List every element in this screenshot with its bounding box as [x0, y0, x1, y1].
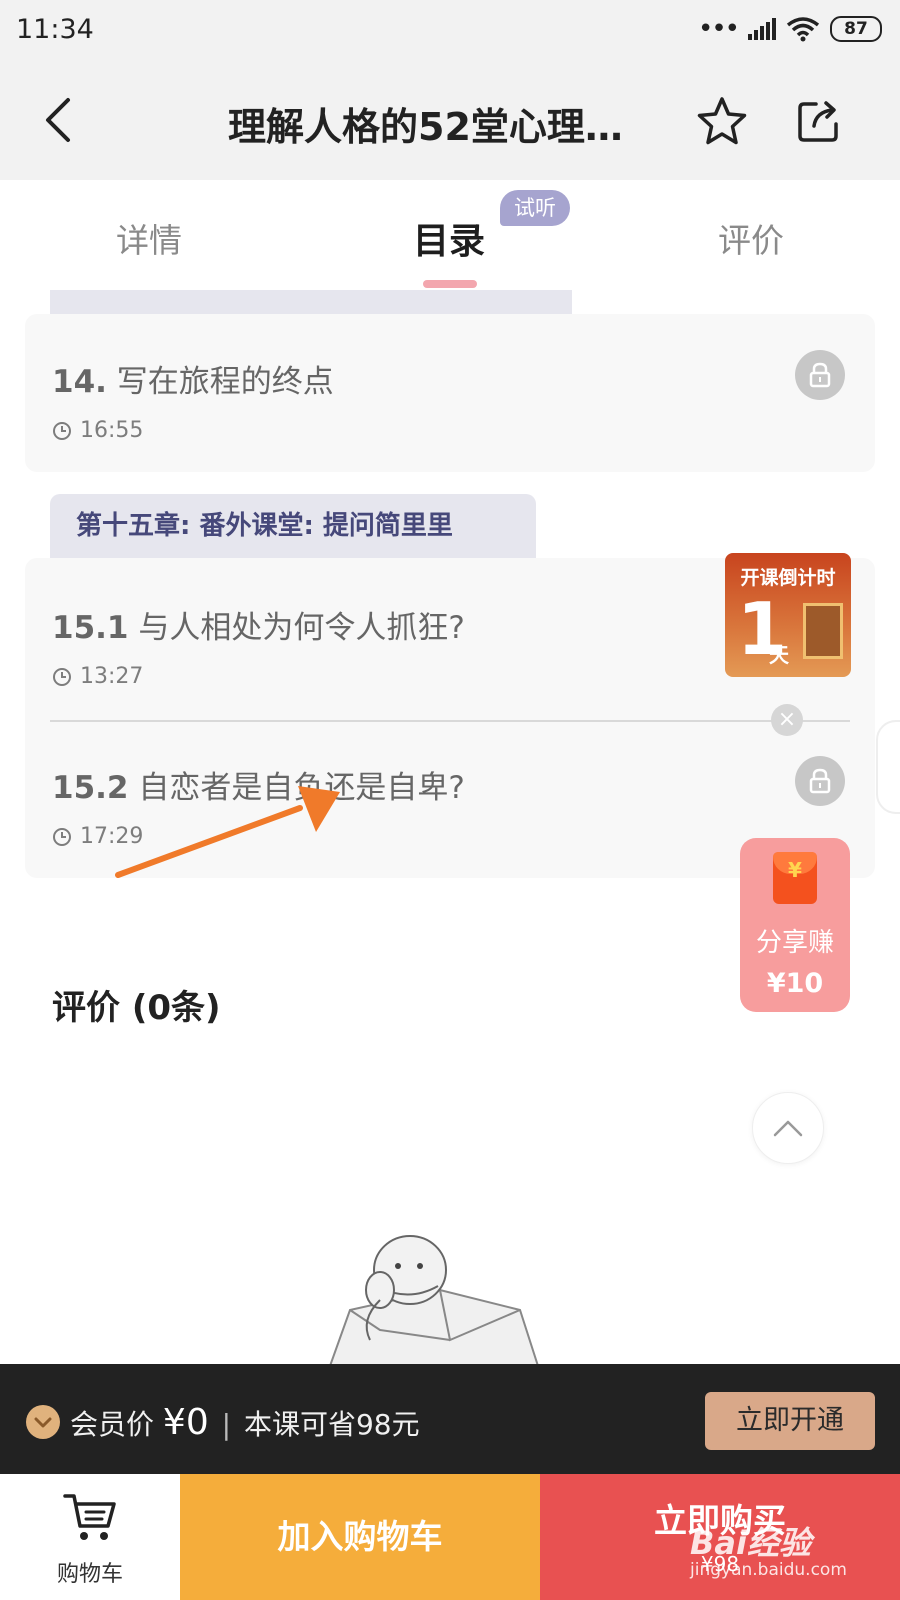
cart-label: 购物车: [56, 1562, 123, 1587]
chevron-up-icon: [773, 1120, 803, 1137]
star-icon[interactable]: [696, 96, 748, 146]
countdown-banner[interactable]: 开课倒计时 1 天: [725, 553, 851, 677]
chapter-header: 第十五章: 番外课堂: 提问简里里: [50, 494, 536, 558]
member-separator: |: [221, 1408, 232, 1441]
share-earn-label: 分享赚: [755, 928, 834, 958]
watermark-url: jingyan.baidu.com: [690, 1560, 847, 1580]
lesson-duration: 16:55: [52, 418, 143, 443]
clock-icon: [53, 421, 71, 440]
page-title: 理解人格的52堂心理…: [228, 105, 623, 149]
tab-reviews[interactable]: 评价: [718, 214, 784, 262]
open-membership-button[interactable]: 立即开通: [705, 1392, 875, 1450]
empty-reviews-illustration: [328, 1235, 540, 1366]
member-price-text: 会员价 ¥0 | 本课可省98元: [70, 1402, 420, 1443]
status-icons: ••• 87: [698, 16, 882, 42]
chapter-header-partial: [50, 290, 572, 314]
wifi-icon: [786, 17, 820, 42]
back-chevron-icon[interactable]: [40, 96, 76, 144]
tab-catalog[interactable]: 目录: [413, 212, 485, 264]
cart-icon: [63, 1494, 116, 1540]
watermark-brand: Bai经验: [690, 1524, 811, 1562]
trial-badge: 试听: [500, 190, 570, 226]
lock-icon: [809, 768, 831, 794]
countdown-header: 开课倒计时: [740, 567, 836, 589]
lock-button[interactable]: [795, 756, 845, 806]
more-dots-icon: •••: [697, 14, 740, 44]
signal-icon: [748, 18, 776, 40]
add-to-cart-button[interactable]: 加入购物车: [180, 1474, 540, 1600]
close-icon[interactable]: ×: [771, 704, 803, 736]
lesson-title[interactable]: 15.2 自恋者是自负还是自卑?: [52, 762, 465, 807]
status-time: 11:34: [16, 14, 94, 45]
reviews-heading: 评价 (0条): [52, 988, 221, 1028]
clock-icon: [53, 827, 71, 846]
lesson-duration: 13:27: [52, 664, 143, 689]
share-icon[interactable]: [796, 98, 842, 144]
tab-active-indicator: [423, 280, 477, 288]
member-label: 会员价: [70, 1408, 155, 1441]
scroll-top-button[interactable]: [752, 1092, 824, 1164]
lesson-title: 14. 写在旅程的终点: [52, 364, 334, 400]
member-price: ¥0: [162, 1402, 209, 1443]
envelope-yen-symbol: ¥: [788, 858, 802, 882]
lock-icon: [809, 362, 831, 388]
lesson-title[interactable]: 15.1 与人相处为何令人抓狂?: [52, 602, 465, 647]
member-crown-icon: [26, 1405, 60, 1439]
lesson-duration: 17:29: [52, 824, 143, 849]
lock-button[interactable]: [795, 350, 845, 400]
battery-icon: 87: [830, 16, 882, 42]
edge-handle[interactable]: [876, 720, 900, 814]
member-save-text: 本课可省98元: [243, 1408, 420, 1441]
divider: [50, 720, 850, 722]
share-earn-amount: ¥10: [766, 968, 824, 999]
door-illustration: [803, 603, 843, 659]
clock-icon: [53, 667, 71, 686]
countdown-unit: 天: [769, 643, 789, 667]
tab-details[interactable]: 详情: [116, 214, 182, 262]
